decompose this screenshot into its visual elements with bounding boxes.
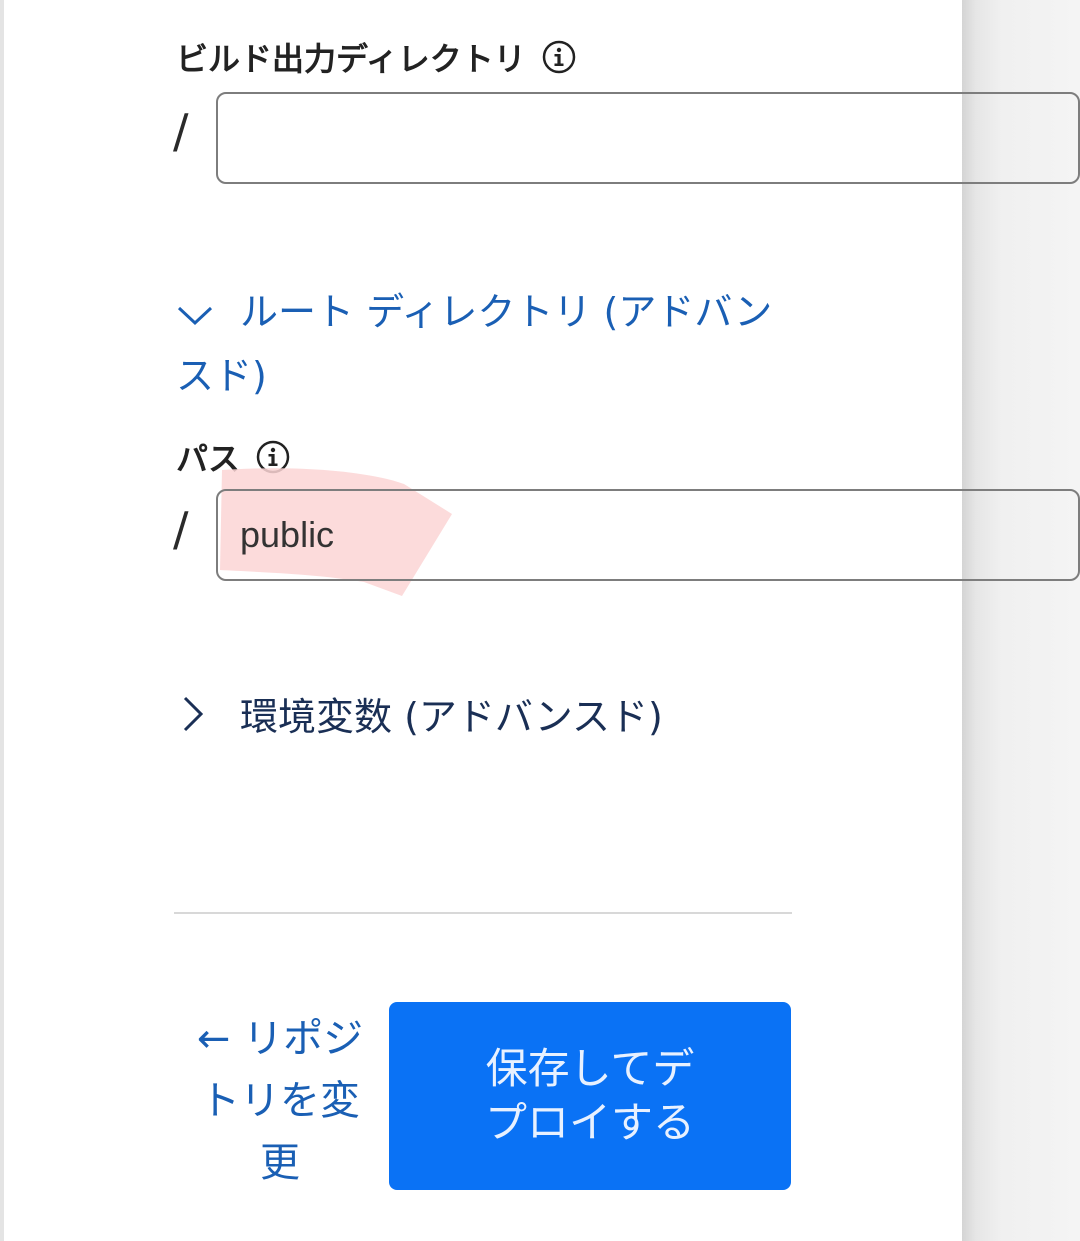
build-settings-page: ビルド出力ディレクトリ / ルート ディレクトリ (アドバンスド) パス / p… xyxy=(0,0,1080,1241)
build-output-input[interactable] xyxy=(216,92,1080,184)
root-directory-label: ルート ディレクトリ (アドバンスド) xyxy=(176,290,773,398)
root-directory-toggle[interactable]: ルート ディレクトリ (アドバンスド) xyxy=(176,280,776,408)
change-repository-link[interactable]: ← リポジトリを変更 xyxy=(182,1008,378,1194)
left-edge-border xyxy=(0,0,4,1241)
section-divider xyxy=(174,912,792,914)
path-prefix: / xyxy=(173,502,189,556)
right-panel-shadow xyxy=(962,0,1080,1241)
save-and-deploy-button[interactable]: 保存してデプロイする xyxy=(389,1002,791,1190)
path-input[interactable] xyxy=(216,489,1080,581)
chevron-right-icon xyxy=(183,696,204,731)
info-circle-icon[interactable] xyxy=(542,40,576,74)
chevron-down-icon xyxy=(177,306,213,325)
env-variables-toggle[interactable]: 環境変数 (アドバンスド) xyxy=(180,686,663,741)
build-output-label-row: ビルド出力ディレクトリ xyxy=(176,34,576,80)
env-variables-label: 環境変数 (アドバンスド) xyxy=(240,695,663,739)
build-output-prefix: / xyxy=(173,104,189,158)
build-output-label: ビルド出力ディレクトリ xyxy=(176,40,526,78)
